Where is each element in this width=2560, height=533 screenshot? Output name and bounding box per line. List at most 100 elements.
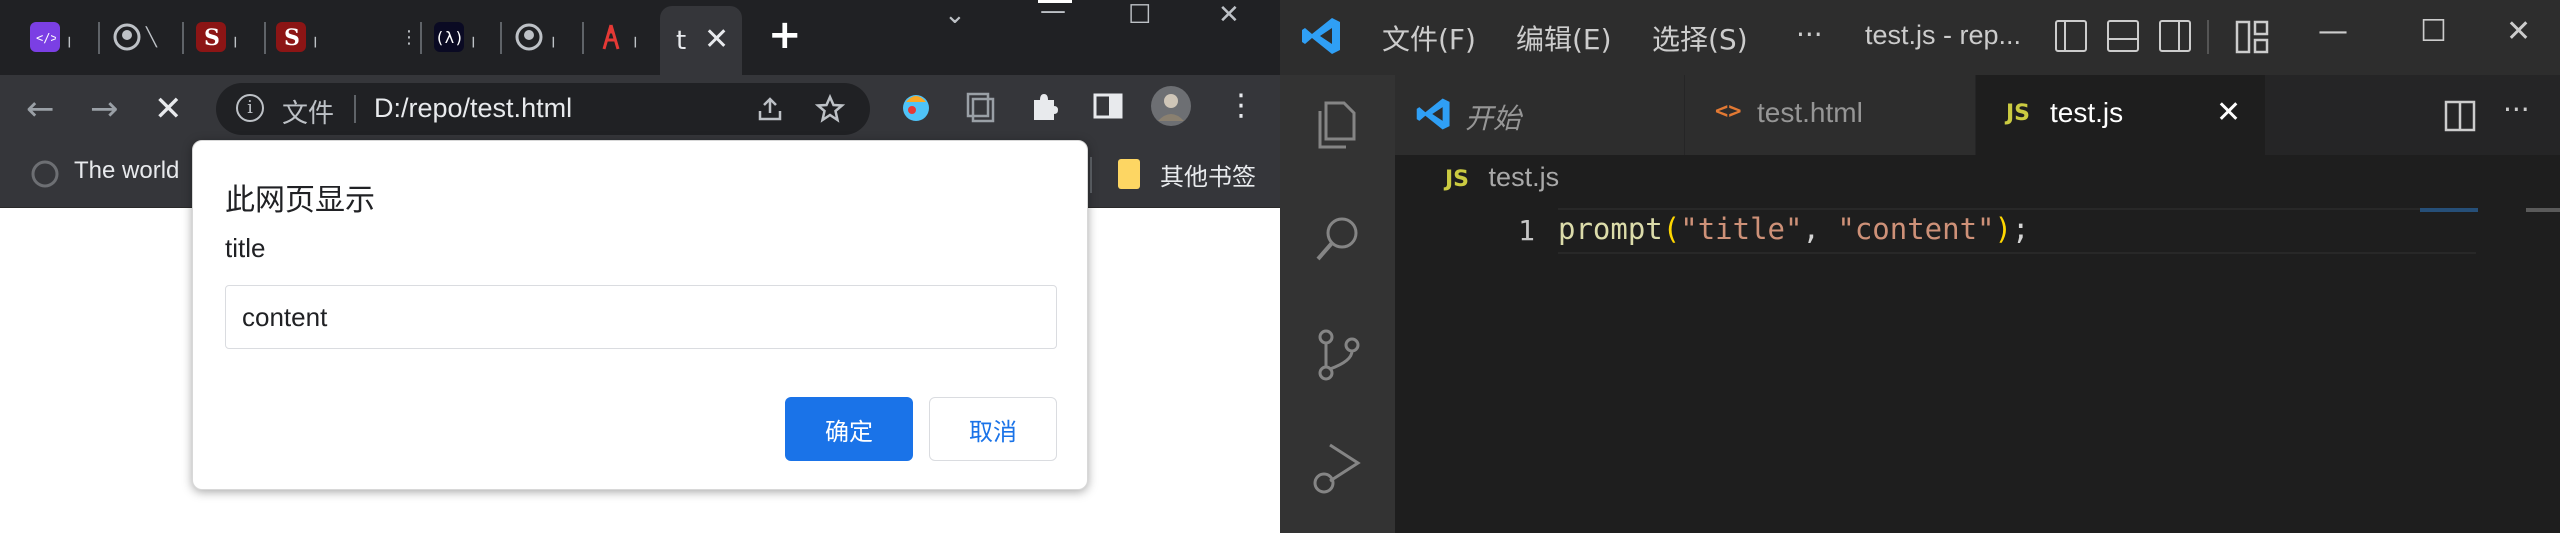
vscode-maximize-button[interactable]: ☐ — [2420, 14, 2447, 49]
dialog-title: 此网页显示 — [225, 183, 375, 218]
tab-fragment: ⋮ — [400, 26, 418, 48]
github-tab-2[interactable]: ╷ — [514, 14, 559, 60]
scrollbar-marker[interactable] — [2526, 208, 2560, 212]
github-icon — [112, 22, 142, 52]
tab-fragment: ╷ — [548, 26, 559, 48]
extensions-puzzle-icon[interactable] — [1026, 88, 1062, 124]
run-debug-icon[interactable] — [1310, 439, 1366, 495]
code-semicolon: ; — [2011, 212, 2030, 246]
vscode-titlebar: 文件(F) 编辑(E) 选择(S) ··· test.js - rep... —… — [1280, 0, 2560, 75]
active-tab[interactable]: t ✕ — [660, 6, 742, 75]
stanford-tab-2[interactable]: S ╷ — [276, 14, 321, 60]
freecodecamp-icon: (λ) — [434, 22, 464, 52]
github-bookmark-icon — [31, 160, 59, 188]
forward-icon[interactable]: → — [90, 89, 119, 129]
svg-text:</>: </> — [36, 31, 56, 45]
tab-close-icon[interactable]: ✕ — [704, 22, 729, 57]
prompt-dialog: 此网页显示 title 确定 取消 — [192, 140, 1088, 490]
code-string-content: "content" — [1837, 212, 1995, 246]
tab-fragment: ╷ — [64, 26, 75, 48]
tab-separator — [582, 22, 584, 54]
tab-search-chevron-icon[interactable]: ⌄ — [944, 0, 966, 40]
source-control-icon[interactable] — [1310, 327, 1366, 383]
tab-test-js[interactable]: JS test.js ✕ — [1976, 75, 2266, 155]
code-comma: , — [1802, 212, 1838, 246]
tab-label: 开始 — [1465, 103, 1522, 134]
activity-bar — [1280, 75, 1395, 533]
cancel-button[interactable]: 取消 — [929, 397, 1057, 461]
stanford-tab-1[interactable]: S ╷ — [196, 14, 241, 60]
split-editor-icon[interactable] — [2443, 99, 2477, 133]
omnibox-divider — [354, 95, 356, 123]
extension-copy-icon[interactable] — [962, 88, 998, 124]
tab-close-icon[interactable]: ✕ — [2216, 95, 2241, 130]
active-tab-title: t — [676, 26, 687, 56]
code-line-1[interactable]: prompt("title", "content"); — [1558, 212, 2029, 246]
js-icon: JS — [2006, 101, 2031, 126]
stanford-icon: S — [276, 22, 306, 52]
vscode-close-button[interactable]: ✕ — [2506, 14, 2531, 49]
new-tab-button[interactable]: + — [768, 12, 802, 58]
breadcrumb-file[interactable]: test.js — [1489, 162, 1560, 192]
html-icon: <> — [1715, 99, 1742, 124]
more-menu-icon[interactable]: ⋮ — [1226, 88, 1256, 123]
stop-loading-icon[interactable]: ✕ — [154, 89, 183, 129]
customize-layout-icon[interactable] — [2235, 20, 2269, 54]
tab-fragment: ╷ — [630, 26, 641, 48]
svg-text:(λ): (λ) — [435, 28, 464, 47]
tab-separator — [264, 22, 266, 54]
profile-avatar[interactable] — [1150, 85, 1192, 127]
side-panel-icon[interactable] — [1090, 88, 1126, 124]
maximize-button[interactable]: ☐ — [1128, 0, 1151, 40]
bookmark-star-icon[interactable] — [814, 93, 846, 125]
address-bar[interactable]: i 文件 D:/repo/test.html — [216, 83, 870, 135]
tab-separator — [98, 22, 100, 54]
github-icon — [514, 22, 544, 52]
menu-edit[interactable]: 编辑(E) — [1516, 18, 1612, 58]
devtools-icon: </> — [30, 22, 60, 52]
menu-more[interactable]: ··· — [1796, 18, 1823, 51]
extension-colorful-icon[interactable] — [898, 88, 934, 124]
minimize-button[interactable]: — — [1040, 0, 1066, 36]
toggle-panel-icon[interactable] — [2107, 20, 2139, 52]
ok-button[interactable]: 确定 — [785, 397, 913, 461]
toggle-secondary-sidebar-icon[interactable] — [2159, 20, 2191, 52]
freecodecamp-tab[interactable]: (λ) ╷ — [434, 14, 479, 60]
breadcrumb[interactable]: JS test.js — [1445, 162, 1559, 193]
tower-tab[interactable]: ╷ — [596, 14, 641, 60]
blank-tab[interactable]: ⋮ — [396, 14, 418, 60]
other-bookmarks[interactable]: 其他书签 — [1160, 157, 1256, 192]
code-paren-close: ) — [1994, 212, 2012, 246]
code-function: prompt — [1558, 212, 1663, 246]
vscode-window: 文件(F) 编辑(E) 选择(S) ··· test.js - rep... —… — [1280, 0, 2560, 533]
chrome-window: </> ╷ ╲ S ╷ S ╷ ⋮ (λ) ╷ ╷ ╷ t ✕ + ⌄ — ☐ … — [0, 0, 1280, 533]
folder-icon — [1118, 159, 1140, 189]
scheme-label: 文件 — [282, 99, 335, 129]
menu-selection[interactable]: 选择(S) — [1652, 18, 1748, 58]
site-info-icon[interactable]: i — [236, 94, 264, 122]
tab-test-html[interactable]: <> test.html — [1685, 75, 1976, 155]
code-string-title: "title" — [1680, 212, 1803, 246]
tab-fragment: ╲ — [146, 26, 157, 48]
back-icon[interactable]: ← — [26, 89, 55, 129]
tab-fragment: ╷ — [468, 26, 479, 48]
search-icon[interactable] — [1310, 211, 1366, 267]
tab-label: test.html — [1757, 97, 1863, 128]
prompt-input[interactable] — [225, 285, 1057, 349]
devtools-tab[interactable]: </> ╷ — [30, 14, 75, 60]
share-icon[interactable] — [754, 93, 786, 125]
menu-file[interactable]: 文件(F) — [1382, 18, 1476, 58]
tab-fragment: ╷ — [230, 26, 241, 48]
tab-separator — [420, 22, 422, 54]
minimap-line — [2420, 208, 2478, 212]
toggle-primary-sidebar-icon[interactable] — [2055, 20, 2087, 52]
editor-more-icon[interactable]: ··· — [2503, 93, 2530, 126]
close-window-button[interactable]: ✕ — [1218, 0, 1240, 40]
github-tab[interactable]: ╲ — [112, 14, 157, 60]
explorer-files-icon[interactable] — [1310, 97, 1366, 153]
tab-welcome[interactable]: 开始 — [1395, 75, 1685, 155]
vscode-minimize-button[interactable]: — — [2318, 14, 2348, 49]
window-title: test.js - rep... — [1865, 20, 2022, 50]
url-text[interactable]: D:/repo/test.html — [374, 93, 572, 124]
bookmark-item[interactable]: The world — [74, 157, 179, 185]
